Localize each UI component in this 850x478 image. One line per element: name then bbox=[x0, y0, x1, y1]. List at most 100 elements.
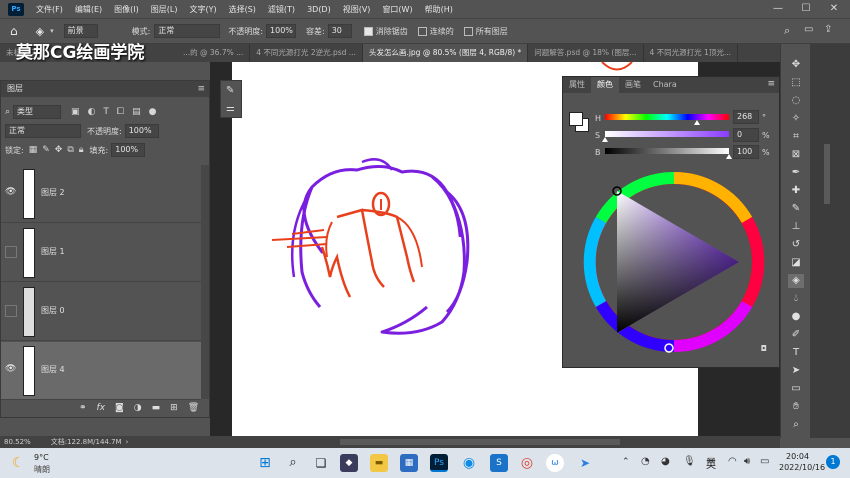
foreground-swatch[interactable] bbox=[569, 112, 583, 126]
home-icon[interactable]: ⌂ bbox=[10, 24, 18, 38]
layer-filter-select[interactable]: 类型 bbox=[13, 105, 62, 119]
volume-icon[interactable]: 🔊︎ bbox=[744, 456, 750, 467]
edge-icon[interactable]: ◉ bbox=[460, 454, 478, 472]
new-layer-icon[interactable]: ⊞ bbox=[170, 403, 178, 413]
layer-name[interactable]: 图层 2 bbox=[41, 187, 65, 198]
healing-brush-tool-icon[interactable]: ✚ bbox=[788, 184, 804, 198]
search-icon[interactable]: ⌕ bbox=[284, 454, 302, 472]
brush-settings-icon[interactable]: ✎ bbox=[226, 85, 234, 96]
contiguous-checkbox[interactable]: 连续的 bbox=[417, 26, 454, 37]
chevron-up-icon[interactable]: ⌃ bbox=[622, 457, 630, 467]
menu-select[interactable]: 选择(S) bbox=[229, 4, 256, 15]
mode-select[interactable]: 正常 bbox=[154, 24, 221, 38]
eye-off-icon[interactable] bbox=[5, 305, 17, 317]
layer-name[interactable]: 图层 1 bbox=[41, 246, 65, 257]
trash-icon[interactable]: 🗑︎ bbox=[188, 403, 199, 413]
paint-bucket-tool-icon[interactable]: ◈ bbox=[788, 274, 804, 288]
panel-menu-icon[interactable]: ≡ bbox=[197, 84, 205, 94]
contiguous-check[interactable] bbox=[417, 26, 427, 36]
all-layers-checkbox[interactable]: 所有图层 bbox=[463, 26, 508, 37]
menu-3d[interactable]: 3D(D) bbox=[307, 5, 331, 14]
panel-menu-icon[interactable]: ≡ bbox=[767, 79, 775, 89]
lasso-tool-icon[interactable]: ◌ bbox=[788, 94, 804, 108]
smart-object-filter-icon[interactable]: ▤ bbox=[132, 107, 141, 117]
menu-filter[interactable]: 滤镜(T) bbox=[268, 4, 295, 15]
hue-slider[interactable] bbox=[605, 114, 729, 120]
layer-name[interactable]: 图层 0 bbox=[41, 305, 65, 316]
s-input[interactable]: 0 bbox=[733, 128, 759, 142]
layer-opacity-input[interactable]: 100% bbox=[124, 124, 159, 138]
type-tool-icon[interactable]: T bbox=[788, 346, 804, 360]
eye-icon[interactable]: 👁︎ bbox=[5, 364, 17, 376]
layer-row-selected[interactable]: 👁︎ 图层 4 bbox=[1, 342, 201, 400]
fx-icon[interactable]: fx bbox=[97, 403, 106, 413]
battery-icon[interactable]: ▭ bbox=[760, 456, 769, 467]
tray-icon-1[interactable]: ◔ bbox=[641, 456, 650, 467]
lock-artboard-icon[interactable]: ⧉ bbox=[67, 145, 73, 155]
microphone-icon[interactable]: 🎙︎ bbox=[683, 456, 696, 467]
tab-properties[interactable]: 属性 bbox=[563, 77, 591, 93]
tray-icon-2[interactable]: ◕ bbox=[661, 456, 670, 467]
b-input[interactable]: 100 bbox=[733, 145, 759, 159]
pixel-filter-icon[interactable]: ▣ bbox=[71, 107, 80, 117]
notification-badge[interactable]: 1 bbox=[826, 455, 840, 469]
clone-stamp-tool-icon[interactable]: ⊥ bbox=[788, 220, 804, 234]
paint-bucket-tool-icon[interactable]: ◈ bbox=[36, 25, 44, 38]
tolerance-input[interactable]: 30 bbox=[327, 24, 352, 38]
filter-toggle-icon[interactable]: ● bbox=[149, 107, 157, 117]
app-icon-3[interactable]: ω bbox=[546, 454, 564, 472]
menu-image[interactable]: 图像(I) bbox=[114, 4, 139, 15]
workspace-icon[interactable]: ▭ bbox=[804, 24, 813, 35]
fill-input[interactable]: 100% bbox=[111, 143, 146, 157]
brightness-slider[interactable] bbox=[605, 148, 729, 154]
eye-icon[interactable]: 👁︎ bbox=[5, 187, 17, 199]
menu-file[interactable]: 文件(F) bbox=[36, 4, 63, 15]
tab-doc-3[interactable]: 4 不同光源打光 2逆光.psd ... bbox=[250, 44, 363, 62]
dock-scrollbar[interactable] bbox=[824, 144, 830, 204]
adjustment-filter-icon[interactable]: ◐ bbox=[88, 107, 96, 117]
chevron-down-icon[interactable]: ▾ bbox=[50, 27, 54, 35]
menu-window[interactable]: 窗口(W) bbox=[382, 4, 412, 15]
zoom-level[interactable]: 80.52% bbox=[4, 438, 31, 446]
color-wheel[interactable] bbox=[579, 167, 769, 357]
tab-character[interactable]: Chara bbox=[647, 77, 683, 93]
maximize-button[interactable]: ☐ bbox=[796, 1, 816, 17]
rectangle-tool-icon[interactable]: ▭ bbox=[788, 382, 804, 396]
menu-help[interactable]: 帮助(H) bbox=[425, 4, 453, 15]
clock-date[interactable]: 2022/10/16 bbox=[779, 463, 825, 472]
all-layers-check[interactable] bbox=[463, 26, 473, 36]
clock-time[interactable]: 20:04 bbox=[786, 452, 809, 461]
lock-position-icon[interactable]: ✥ bbox=[55, 145, 63, 155]
eyedropper-tool-icon[interactable]: ✒ bbox=[788, 166, 804, 180]
link-icon[interactable]: ⚭ bbox=[79, 403, 87, 413]
search-icon[interactable]: ⌕ bbox=[784, 24, 790, 38]
tab-doc-active[interactable]: 头发怎么画.jpg @ 80.5% (图层 4, RGB/8) * bbox=[362, 44, 529, 62]
chevron-right-icon[interactable]: › bbox=[126, 438, 129, 446]
pen-tool-icon[interactable]: ✐ bbox=[788, 328, 804, 342]
layer-row[interactable]: 图层 0 bbox=[1, 283, 201, 341]
frame-tool-icon[interactable]: ⊠ bbox=[788, 148, 804, 162]
history-brush-tool-icon[interactable]: ↺ bbox=[788, 238, 804, 252]
horizontal-scrollbar[interactable] bbox=[340, 439, 620, 445]
blur-tool-icon[interactable]: 💧︎ bbox=[788, 292, 804, 306]
brightness-slider-handle[interactable] bbox=[726, 154, 732, 159]
path-selection-tool-icon[interactable]: ➤ bbox=[788, 364, 804, 378]
mask-icon[interactable]: ◙ bbox=[115, 403, 124, 413]
tab-brush[interactable]: 画笔 bbox=[619, 77, 647, 93]
start-icon[interactable]: ⊞ bbox=[256, 454, 274, 472]
saturation-slider-handle[interactable] bbox=[602, 137, 608, 142]
share-icon[interactable]: ⇪ bbox=[824, 24, 832, 35]
menu-layer[interactable]: 图层(L) bbox=[151, 4, 178, 15]
lock-transparent-icon[interactable]: ▦ bbox=[29, 145, 38, 155]
sliders-icon[interactable]: ⚌ bbox=[226, 103, 235, 114]
move-tool-icon[interactable]: ✥ bbox=[788, 58, 804, 72]
antialias-check[interactable] bbox=[363, 26, 373, 36]
fill-source-select[interactable]: 前景 bbox=[63, 24, 98, 38]
layer-row[interactable]: 图层 1 bbox=[1, 224, 201, 282]
adjustment-icon[interactable]: ◑ bbox=[134, 403, 142, 413]
file-explorer-icon[interactable]: ▬ bbox=[370, 454, 388, 472]
weather-temp[interactable]: 9°C bbox=[34, 453, 49, 462]
menu-edit[interactable]: 编辑(E) bbox=[75, 4, 102, 15]
brush-tool-icon[interactable]: ✎ bbox=[788, 202, 804, 216]
tab-doc-6[interactable]: 4 不同光源打光 1顶光... bbox=[644, 44, 738, 62]
